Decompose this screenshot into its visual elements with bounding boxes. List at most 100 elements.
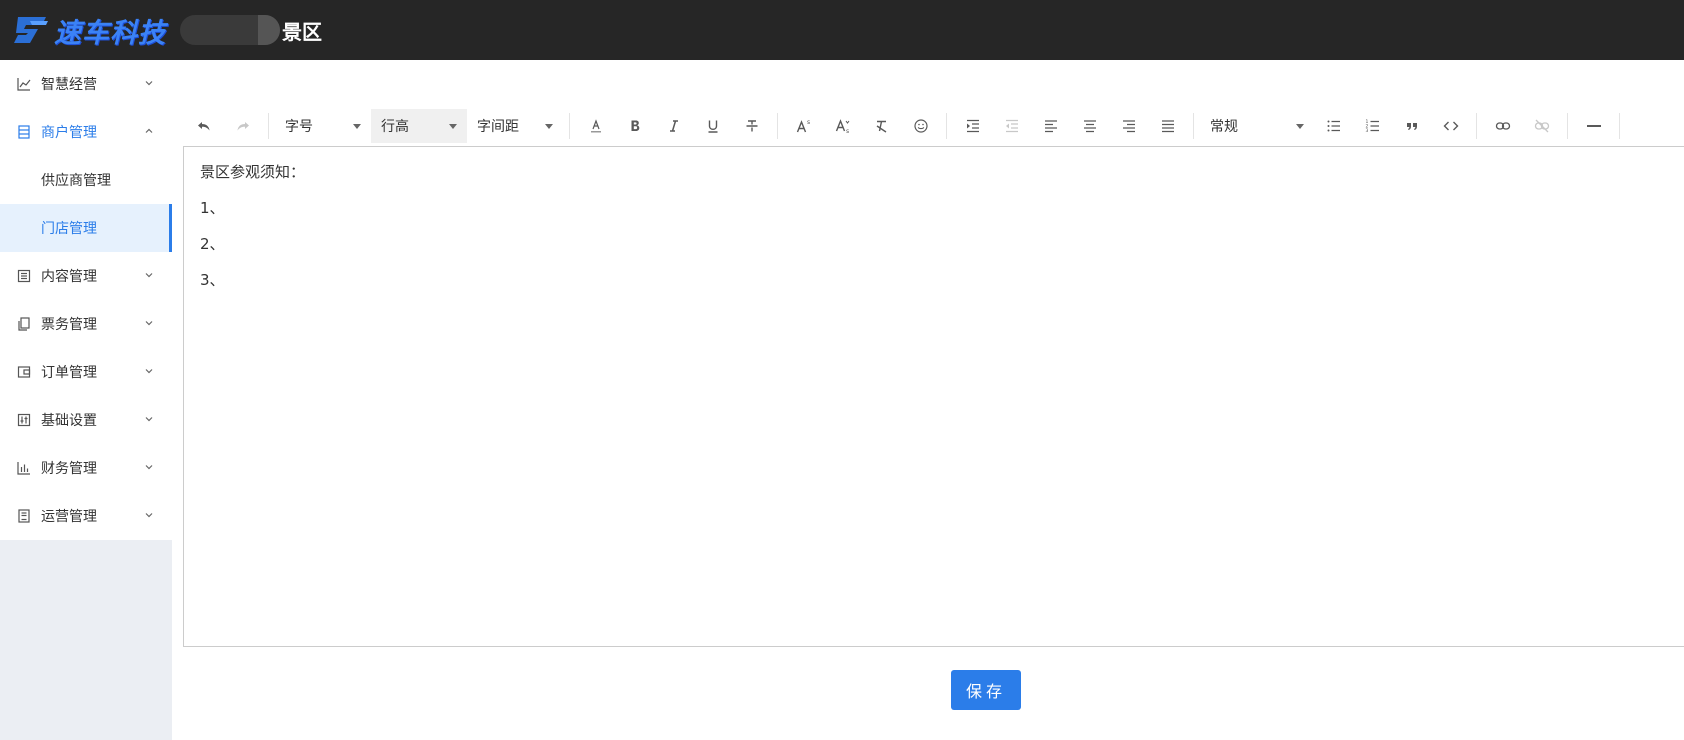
sidebar-item-label: 票务管理 bbox=[41, 317, 97, 333]
blockquote-button[interactable] bbox=[1392, 106, 1431, 146]
font-color-icon bbox=[590, 119, 601, 133]
chevron-down-icon bbox=[144, 414, 154, 424]
align-justify-button[interactable] bbox=[1148, 106, 1187, 146]
document-icon bbox=[17, 125, 31, 139]
sidebar-item-operations[interactable]: 运营管理 bbox=[0, 492, 172, 540]
site-name: 景区 bbox=[282, 20, 322, 44]
sidebar: 智慧经营 商户管理 供应商管理 门店管理 内容管理 票务管理 订单管理 基础设置… bbox=[0, 60, 172, 740]
sidebar-item-content[interactable]: 内容管理 bbox=[0, 252, 172, 300]
redo-button[interactable] bbox=[223, 106, 262, 146]
font-color-button[interactable] bbox=[576, 106, 615, 146]
strikethrough-button[interactable] bbox=[732, 106, 771, 146]
editor-toolbar: 字号 行高 字间距 s s 常规 1 2 3 bbox=[184, 106, 1684, 146]
chevron-down-icon bbox=[144, 510, 154, 520]
rich-text-editor[interactable]: 景区参观须知： 1、 2、 3、 bbox=[183, 146, 1684, 647]
sidebar-item-merchant[interactable]: 商户管理 bbox=[0, 108, 172, 156]
caret-down-icon bbox=[1296, 124, 1304, 129]
line-height-select[interactable]: 行高 bbox=[371, 109, 467, 143]
bullet-list-button[interactable] bbox=[1314, 106, 1353, 146]
emoji-button[interactable] bbox=[901, 106, 940, 146]
insert-link-button[interactable] bbox=[1483, 106, 1522, 146]
strikethrough-icon bbox=[746, 120, 757, 132]
font-size-select[interactable]: 字号 bbox=[275, 109, 371, 143]
paragraph-style-select[interactable]: 常规 bbox=[1200, 109, 1314, 143]
link-icon bbox=[1495, 122, 1510, 130]
horizontal-rule-icon bbox=[1586, 125, 1601, 127]
list-icon bbox=[17, 269, 31, 283]
unlink-button[interactable] bbox=[1522, 106, 1561, 146]
code-icon bbox=[1443, 121, 1458, 131]
numbered-list-button[interactable]: 123 bbox=[1353, 106, 1392, 146]
unlink-icon bbox=[1534, 119, 1549, 133]
top-bar: 速车科技 景区 bbox=[0, 0, 1684, 60]
chevron-up-icon bbox=[144, 126, 154, 136]
sidebar-item-ticket[interactable]: 票务管理 bbox=[0, 300, 172, 348]
toolbar-divider bbox=[1476, 113, 1477, 139]
toolbar-divider bbox=[777, 113, 778, 139]
caret-down-icon bbox=[353, 124, 361, 129]
numbered-list-icon: 123 bbox=[1365, 119, 1379, 134]
sidebar-item-label: 商户管理 bbox=[41, 125, 97, 141]
chevron-down-icon bbox=[144, 318, 154, 328]
outdent-button[interactable] bbox=[992, 106, 1031, 146]
italic-button[interactable] bbox=[654, 106, 693, 146]
sidebar-subitem-store[interactable]: 门店管理 bbox=[0, 204, 172, 252]
sidebar-item-label: 订单管理 bbox=[41, 365, 97, 381]
align-right-button[interactable] bbox=[1109, 106, 1148, 146]
sidebar-item-smart-business[interactable]: 智慧经营 bbox=[0, 60, 172, 108]
align-left-button[interactable] bbox=[1031, 106, 1070, 146]
chevron-down-icon bbox=[144, 270, 154, 280]
underline-icon bbox=[708, 120, 717, 133]
chart-line-icon bbox=[17, 77, 31, 91]
superscript-button[interactable]: s bbox=[784, 106, 823, 146]
toolbar-divider bbox=[569, 113, 570, 139]
wallet-icon bbox=[17, 365, 31, 379]
bold-button[interactable] bbox=[615, 106, 654, 146]
logo-mark-icon bbox=[14, 17, 48, 43]
svg-text:s: s bbox=[846, 128, 849, 134]
redacted-site-name bbox=[180, 15, 280, 45]
brand-logo[interactable]: 速车科技 bbox=[12, 12, 166, 49]
chevron-down-icon bbox=[144, 366, 154, 376]
superscript-icon: s bbox=[796, 119, 810, 133]
sidebar-item-basic-settings[interactable]: 基础设置 bbox=[0, 396, 172, 444]
sidebar-item-label: 智慧经营 bbox=[41, 77, 97, 93]
svg-text:3: 3 bbox=[1365, 128, 1368, 134]
clear-format-button[interactable] bbox=[862, 106, 901, 146]
sidebar-subitem-supplier[interactable]: 供应商管理 bbox=[0, 156, 172, 204]
bullet-list-icon bbox=[1327, 120, 1340, 132]
line-height-label: 行高 bbox=[381, 119, 409, 135]
font-size-label: 字号 bbox=[285, 119, 313, 135]
code-button[interactable] bbox=[1431, 106, 1470, 146]
subscript-icon: s bbox=[835, 119, 849, 134]
horizontal-rule-button[interactable] bbox=[1574, 106, 1613, 146]
main-content: 字号 行高 字间距 s s 常规 1 2 3 景区参观须知： 1、 2、 3、 … bbox=[172, 60, 1684, 740]
sidebar-item-label: 内容管理 bbox=[41, 269, 97, 285]
toolbar-divider bbox=[1619, 113, 1620, 139]
caret-down-icon bbox=[545, 124, 553, 129]
align-right-icon bbox=[1122, 120, 1135, 133]
sliders-icon bbox=[17, 413, 31, 427]
subscript-button[interactable]: s bbox=[823, 106, 862, 146]
letter-spacing-select[interactable]: 字间距 bbox=[467, 109, 563, 143]
indent-icon bbox=[966, 119, 979, 133]
quote-icon bbox=[1406, 123, 1417, 130]
sidebar-item-finance[interactable]: 财务管理 bbox=[0, 444, 172, 492]
sidebar-item-label: 基础设置 bbox=[41, 413, 97, 429]
align-center-button[interactable] bbox=[1070, 106, 1109, 146]
clipboard-icon bbox=[17, 509, 31, 523]
underline-button[interactable] bbox=[693, 106, 732, 146]
indent-button[interactable] bbox=[953, 106, 992, 146]
chevron-down-icon bbox=[144, 462, 154, 472]
sidebar-item-label: 财务管理 bbox=[41, 461, 97, 477]
ticket-icon bbox=[17, 317, 31, 331]
svg-text:s: s bbox=[807, 119, 810, 126]
undo-button[interactable] bbox=[184, 106, 223, 146]
emoji-icon bbox=[913, 119, 928, 133]
sidebar-item-order[interactable]: 订单管理 bbox=[0, 348, 172, 396]
bold-icon bbox=[631, 120, 639, 131]
redo-icon bbox=[237, 122, 249, 131]
sidebar-item-label: 运营管理 bbox=[41, 509, 97, 525]
save-button[interactable]: 保存 bbox=[951, 670, 1021, 710]
caret-down-icon bbox=[449, 124, 457, 129]
